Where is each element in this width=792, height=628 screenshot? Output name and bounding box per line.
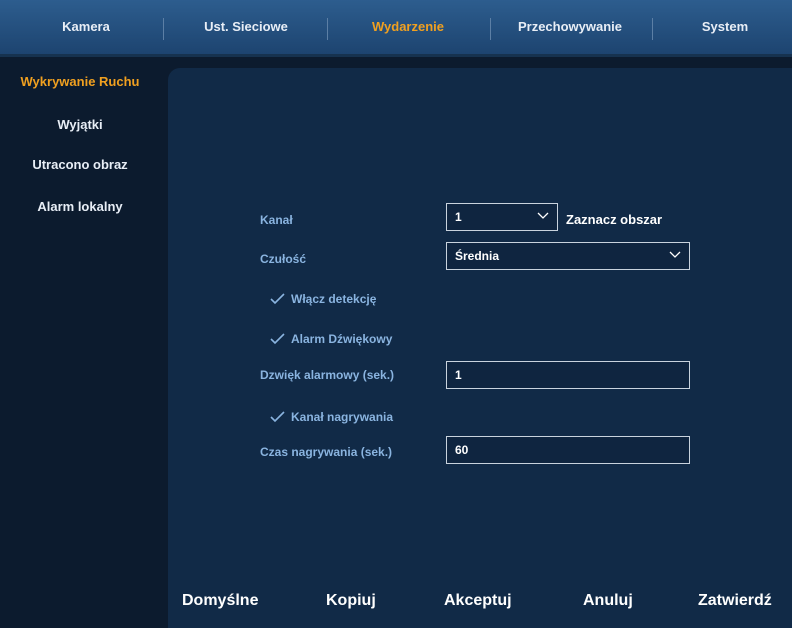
record-time-label: Czas nagrywania (sek.) xyxy=(260,445,393,459)
record-time-input[interactable]: 60 xyxy=(446,436,690,464)
sidebar-item-local-alarm[interactable]: Alarm lokalny xyxy=(0,199,160,214)
record-channel-label: Kanał nagrywania xyxy=(291,410,394,424)
cancel-button[interactable]: Anuluj xyxy=(583,592,633,610)
tab-wydarzenie[interactable]: Wydarzenie xyxy=(333,0,483,54)
record-time-value: 60 xyxy=(455,443,469,457)
copy-button[interactable]: Kopiuj xyxy=(326,592,376,610)
tab-separator xyxy=(490,18,491,40)
alarm-duration-label: Dzwięk alarmowy (sek.) xyxy=(260,368,395,382)
sidebar: Wykrywanie Ruchu Wyjątki Utracono obraz … xyxy=(0,57,160,628)
sidebar-item-motion-detection[interactable]: Wykrywanie Ruchu xyxy=(0,74,160,89)
alarm-sound-label: Alarm Dźwiękowy xyxy=(291,332,393,346)
tab-ust-sieciowe[interactable]: Ust. Sieciowe xyxy=(170,0,322,54)
tab-system[interactable]: System xyxy=(658,0,792,54)
tab-separator xyxy=(327,18,328,40)
sidebar-item-video-loss[interactable]: Utracono obraz xyxy=(0,157,160,172)
chevron-down-icon xyxy=(669,251,681,258)
channel-select[interactable]: 1 xyxy=(446,203,558,231)
channel-value: 1 xyxy=(455,210,462,224)
chevron-down-icon xyxy=(537,212,549,219)
top-nav-bar: Kamera Ust. Sieciowe Wydarzenie Przechow… xyxy=(0,0,792,57)
alarm-duration-input[interactable]: 1 xyxy=(446,361,690,389)
settings-panel xyxy=(168,68,792,628)
accept-button[interactable]: Akceptuj xyxy=(444,592,512,610)
checkmark-icon xyxy=(270,333,285,345)
sensitivity-select[interactable]: Średnia xyxy=(446,242,690,270)
alarm-duration-value: 1 xyxy=(455,368,462,382)
tab-separator xyxy=(163,18,164,40)
confirm-button[interactable]: Zatwierdź xyxy=(698,592,772,610)
sidebar-item-exceptions[interactable]: Wyjątki xyxy=(0,117,160,132)
select-area-button[interactable]: Zaznacz obszar xyxy=(566,212,662,227)
tab-kamera[interactable]: Kamera xyxy=(20,0,152,54)
checkmark-icon xyxy=(270,411,285,423)
tab-separator xyxy=(652,18,653,40)
enable-detection-checkbox[interactable]: Włącz detekcję xyxy=(270,292,376,306)
default-button[interactable]: Domyślne xyxy=(182,592,258,610)
sensitivity-label: Czułość xyxy=(260,252,307,266)
enable-detection-label: Włącz detekcję xyxy=(291,292,377,306)
checkmark-icon xyxy=(270,293,285,305)
sensitivity-value: Średnia xyxy=(455,249,500,263)
record-channel-checkbox[interactable]: Kanał nagrywania xyxy=(270,410,393,424)
channel-label: Kanał xyxy=(260,213,293,227)
alarm-sound-checkbox[interactable]: Alarm Dźwiękowy xyxy=(270,332,392,346)
tab-przechowywanie[interactable]: Przechowywanie xyxy=(495,0,645,54)
